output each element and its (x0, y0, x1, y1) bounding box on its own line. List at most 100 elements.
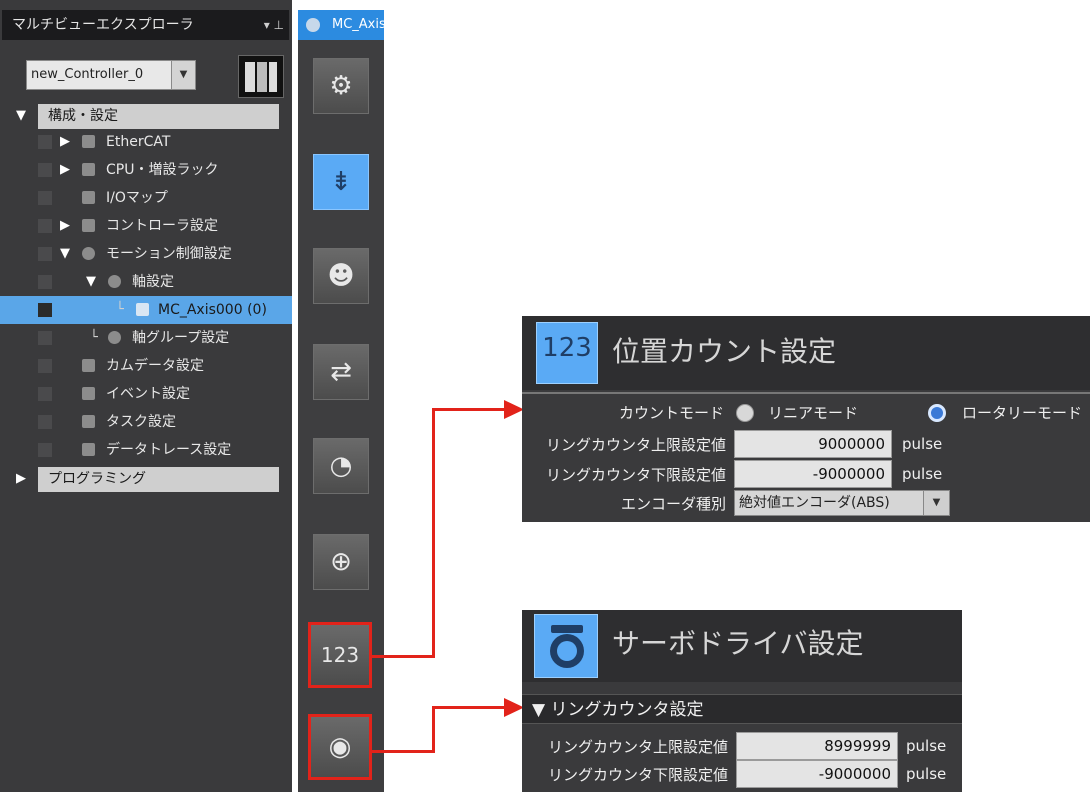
lower-limit-label: リングカウンタ下限設定値 (545, 466, 726, 484)
upper-limit-label: リングカウンタ上限設定値 (545, 436, 726, 454)
axis-icon (136, 303, 149, 316)
tree-item-label: カムデータ設定 (106, 358, 204, 374)
controller-settings-icon (82, 219, 95, 232)
origin-return-icon: ⊕ (330, 547, 352, 577)
upper-limit-input[interactable]: 9000000 (734, 430, 892, 458)
tree-item-label: EtherCAT (106, 134, 171, 150)
callout-line (432, 408, 510, 411)
tree-hook: └ (90, 330, 98, 345)
motion-gear-icon (82, 247, 95, 260)
chevron-down-icon[interactable]: ▼ (923, 491, 949, 515)
unit-label: pulse (902, 435, 943, 453)
encoder-type-select[interactable]: 絶対値エンコーダ(ABS) ▼ (734, 490, 950, 516)
lower-limit-label: リングカウンタ下限設定値 (547, 766, 728, 784)
tree-item-task[interactable]: タスク設定 (0, 408, 292, 436)
upper-limit-label: リングカウンタ上限設定値 (547, 738, 728, 756)
pin-icon[interactable]: ▾ ⊥ (264, 10, 284, 40)
axis-icon (306, 18, 320, 32)
rotary-mode-label: ロータリーモード (962, 404, 1083, 422)
tree-item-controller-settings[interactable]: ▶ コントローラ設定 (0, 212, 292, 240)
controller-select-value: new_Controller_0 (31, 67, 144, 82)
collapse-arrow-icon[interactable]: ▼ (86, 268, 96, 296)
group-bar: 構成・設定 (38, 104, 279, 129)
multiview-explorer: マルチビューエクスプローラ ▾ ⊥ new_Controller_0 ▼ ▼ 構… (0, 0, 292, 792)
unit-conversion-icon: ⇟ (330, 167, 352, 197)
tree-item-motion-control[interactable]: ▼ モーション制御設定 (0, 240, 292, 268)
tree-item-label: データトレース設定 (106, 442, 232, 458)
other-operation-button[interactable]: ⇄ (313, 344, 369, 400)
limit-settings-icon: ◔ (329, 451, 353, 481)
servo-drive-panel: サーボドライバ設定 ▼ リングカウンタ設定 リングカウンタ上限設定値 89999… (522, 610, 962, 792)
callout-line (432, 706, 435, 753)
operation-settings-button[interactable]: ☻ (313, 248, 369, 304)
tree-item-cpu-rack[interactable]: ▶ CPU・増設ラック (0, 156, 292, 184)
radio-rotary-mode[interactable] (928, 404, 946, 422)
expand-arrow-icon[interactable]: ▶ (60, 128, 70, 156)
section-title: ▼ リングカウンタ設定 (532, 700, 704, 720)
tree-item-label: CPU・増設ラック (106, 162, 219, 178)
group-label: プログラミング (48, 471, 146, 487)
unit-label: pulse (902, 465, 943, 483)
tree-item-label: I/Oマップ (106, 190, 168, 206)
tree-item-ethercat[interactable]: ▶ EtherCAT (0, 128, 292, 156)
expand-arrow-icon[interactable]: ▶ (16, 465, 26, 493)
editor-tab[interactable]: MC_Axis000 (0) (298, 10, 384, 40)
tree-item-label: 軸グループ設定 (132, 330, 230, 346)
editor-tab-label: MC_Axis000 (0) (332, 17, 384, 32)
callout-line (372, 655, 434, 658)
tree-item-io-map[interactable]: I/Oマップ (0, 184, 292, 212)
axis-group-icon (108, 331, 121, 344)
cpu-rack-icon (82, 163, 95, 176)
expand-arrow-icon[interactable]: ▶ (60, 212, 70, 240)
lower-limit-input[interactable]: -9000000 (734, 460, 892, 488)
upper-limit-input[interactable]: 8999999 (736, 732, 898, 760)
tree-item-cam-data[interactable]: カムデータ設定 (0, 352, 292, 380)
origin-return-button[interactable]: ⊕ (313, 534, 369, 590)
data-trace-icon (82, 443, 95, 456)
expand-arrow-icon[interactable]: ▶ (60, 156, 70, 184)
tree-item-mc-axis000[interactable]: └ MC_Axis000 (0) (0, 296, 292, 324)
ring-counter-section-header[interactable]: ▼ リングカウンタ設定 (522, 694, 962, 724)
tree-item-data-trace[interactable]: データトレース設定 (0, 436, 292, 464)
tree-item-label: モーション制御設定 (106, 246, 232, 262)
io-map-icon (82, 191, 95, 204)
collapse-arrow-icon[interactable]: ▼ (60, 240, 70, 268)
limit-settings-button[interactable]: ◔ (313, 438, 369, 494)
callout-line (432, 408, 435, 658)
group-label: 構成・設定 (48, 108, 118, 124)
unit-conversion-button[interactable]: ⇟ (313, 154, 369, 210)
general-settings-icon: ⚙ (329, 71, 353, 101)
chevron-down-icon[interactable]: ▼ (171, 61, 195, 89)
position-count-icon: 123 (320, 643, 360, 667)
radio-linear-mode[interactable] (736, 404, 754, 422)
tree-item-event[interactable]: イベント設定 (0, 380, 292, 408)
general-settings-button[interactable]: ⚙ (313, 58, 369, 114)
position-count-panel: 123 位置カウント設定 カウントモード リニアモード ロータリーモード リング… (522, 316, 1090, 522)
tree-hook: └ (116, 302, 124, 317)
cam-data-icon (82, 359, 95, 372)
position-count-button[interactable]: 123 (308, 622, 372, 688)
count-mode-label: カウントモード (618, 404, 724, 422)
expand-arrow-icon[interactable]: ▼ (16, 102, 26, 130)
tree-item-label: タスク設定 (106, 414, 176, 430)
callout-line (432, 706, 510, 709)
axis-settings-toolbar: ⚙ ⇟ ☻ ⇄ ◔ ⊕ 123 ◉ (298, 40, 384, 792)
lower-limit-input[interactable]: -9000000 (736, 760, 898, 788)
tree-item-axis-settings[interactable]: ▼ 軸設定 (0, 268, 292, 296)
explorer-title: マルチビューエクスプローラ (2, 10, 289, 40)
servo-drive-icon (534, 614, 598, 678)
panel-toggle-icon[interactable] (238, 55, 284, 98)
group-programming[interactable]: ▶ プログラミング (0, 465, 292, 493)
tree-item-axis-group[interactable]: └ 軸グループ設定 (0, 324, 292, 352)
servo-drive-button[interactable]: ◉ (308, 714, 372, 780)
event-flag-icon (82, 387, 95, 400)
other-operation-icon: ⇄ (330, 357, 352, 387)
controller-select[interactable]: new_Controller_0 ▼ (26, 60, 196, 90)
group-config-settings[interactable]: ▼ 構成・設定 (0, 102, 292, 130)
tree-item-label: MC_Axis000 (0) (158, 302, 267, 318)
encoder-type-label: エンコーダ種別 (620, 495, 726, 513)
encoder-type-value: 絶対値エンコーダ(ABS) (739, 495, 890, 511)
panel-header: サーボドライバ設定 (522, 610, 962, 682)
axis-gear-icon (108, 275, 121, 288)
tree-item-label: コントローラ設定 (106, 218, 218, 234)
